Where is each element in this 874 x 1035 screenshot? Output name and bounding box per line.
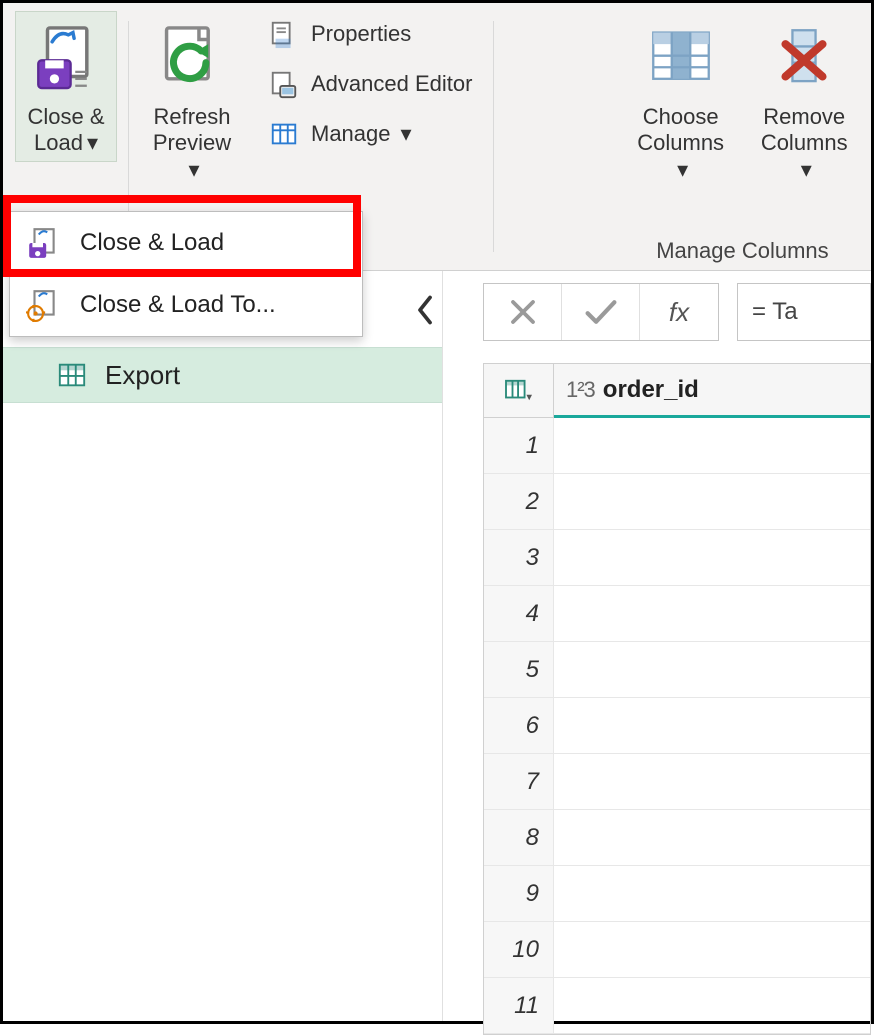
table-row[interactable]: 8 — [484, 810, 870, 866]
remove-columns-label-2: Columns — [761, 130, 848, 155]
table-row[interactable]: 10 — [484, 922, 870, 978]
table-corner-menu[interactable] — [484, 364, 554, 418]
row-number: 6 — [484, 698, 554, 753]
formula-bar: fx = Ta — [483, 271, 871, 353]
row-number: 2 — [484, 474, 554, 529]
cell[interactable] — [554, 810, 870, 865]
advanced-editor-icon — [267, 67, 301, 101]
choose-columns-label-2: Columns — [637, 130, 724, 155]
advanced-editor-label: Advanced Editor — [311, 71, 472, 97]
row-number: 1 — [484, 418, 554, 473]
query-item-label: Export — [105, 360, 180, 391]
close-load-to-icon — [24, 286, 62, 324]
close-load-icon — [24, 224, 62, 262]
cell[interactable] — [554, 474, 870, 529]
refresh-icon — [150, 16, 234, 100]
cell[interactable] — [554, 530, 870, 585]
table-row[interactable]: 5 — [484, 642, 870, 698]
cell[interactable] — [554, 642, 870, 697]
manage-button[interactable]: Manage ▾ — [257, 111, 482, 157]
manage-icon — [267, 117, 301, 151]
formula-value: = Ta — [752, 298, 798, 326]
menu-close-and-load-to-label: Close & Load To... — [80, 291, 276, 319]
cell[interactable] — [554, 922, 870, 977]
formula-cancel-button[interactable] — [484, 284, 562, 340]
formula-confirm-button[interactable] — [562, 284, 640, 340]
chevron-down-icon: ▾ — [87, 130, 98, 156]
formula-fx-button[interactable]: fx — [640, 284, 718, 340]
chevron-down-icon: ▾ — [801, 157, 812, 183]
close-load-label-2: Load — [34, 130, 83, 155]
table-row[interactable]: 11 — [484, 978, 870, 1034]
remove-columns-button[interactable]: Remove Columns▾ — [749, 11, 859, 188]
table-row[interactable]: 2 — [484, 474, 870, 530]
row-number: 3 — [484, 530, 554, 585]
close-load-dropdown: Close & Load Close & Load To... — [9, 211, 363, 337]
cancel-x-icon — [508, 297, 538, 327]
table-row[interactable]: 3 — [484, 530, 870, 586]
cell[interactable] — [554, 866, 870, 921]
cell[interactable] — [554, 754, 870, 809]
row-number: 5 — [484, 642, 554, 697]
cell[interactable] — [554, 978, 870, 1033]
row-number: 9 — [484, 866, 554, 921]
row-number: 7 — [484, 754, 554, 809]
table-row[interactable]: 4 — [484, 586, 870, 642]
chevron-down-icon: ▾ — [188, 157, 199, 183]
table-menu-icon — [504, 378, 534, 404]
properties-icon — [267, 17, 301, 51]
table-icon — [57, 360, 87, 390]
menu-close-and-load-label: Close & Load — [80, 229, 224, 257]
collapse-pane-button[interactable] — [414, 295, 436, 325]
query-item[interactable]: Export — [3, 347, 442, 403]
refresh-label-1: Refresh — [150, 104, 234, 130]
data-table: 1²3 order_id 1234567891011 — [483, 363, 871, 1035]
table-row[interactable]: 9 — [484, 866, 870, 922]
close-load-icon — [24, 16, 108, 100]
data-pane: fx = Ta 1²3 order_id 123456789101 — [483, 271, 871, 1021]
advanced-editor-button[interactable]: Advanced Editor — [257, 61, 482, 107]
properties-label: Properties — [311, 21, 411, 47]
cell[interactable] — [554, 586, 870, 641]
formula-input[interactable]: = Ta — [737, 283, 871, 341]
fx-icon: fx — [669, 297, 689, 328]
column-header[interactable]: 1²3 order_id — [554, 364, 870, 418]
table-row[interactable]: 7 — [484, 754, 870, 810]
row-number: 8 — [484, 810, 554, 865]
table-row[interactable]: 6 — [484, 698, 870, 754]
remove-columns-icon — [762, 16, 846, 100]
table-body: 1234567891011 — [484, 418, 870, 1034]
cell[interactable] — [554, 418, 870, 473]
remove-columns-label-1: Remove — [758, 104, 850, 130]
row-number: 11 — [484, 978, 554, 1033]
choose-columns-label-1: Choose — [635, 104, 727, 130]
chevron-down-icon: ▾ — [401, 121, 412, 147]
choose-columns-button[interactable]: Choose Columns▾ — [626, 11, 736, 188]
choose-columns-icon — [639, 16, 723, 100]
ribbon-group-manage-columns: Choose Columns▾ Remove Columns▾ — [614, 3, 871, 270]
menu-close-and-load-to[interactable]: Close & Load To... — [10, 274, 362, 336]
menu-close-and-load[interactable]: Close & Load — [10, 212, 362, 274]
close-and-load-button[interactable]: Close & Load▾ — [15, 11, 117, 162]
row-number: 10 — [484, 922, 554, 977]
manage-label: Manage — [311, 121, 391, 147]
check-icon — [584, 297, 618, 327]
ribbon-group-label-manage-columns: Manage Columns — [626, 232, 859, 266]
row-number: 4 — [484, 586, 554, 641]
refresh-preview-button[interactable]: Refresh Preview▾ — [141, 11, 243, 188]
column-type-indicator: 1²3 — [566, 377, 595, 403]
cell[interactable] — [554, 698, 870, 753]
refresh-label-2: Preview — [153, 130, 231, 155]
chevron-down-icon: ▾ — [677, 157, 688, 183]
properties-button[interactable]: Properties — [257, 11, 482, 57]
column-name: order_id — [603, 376, 699, 404]
queries-pane: Export — [3, 271, 443, 1021]
table-row[interactable]: 1 — [484, 418, 870, 474]
close-load-label-1: Close & — [27, 104, 104, 130]
